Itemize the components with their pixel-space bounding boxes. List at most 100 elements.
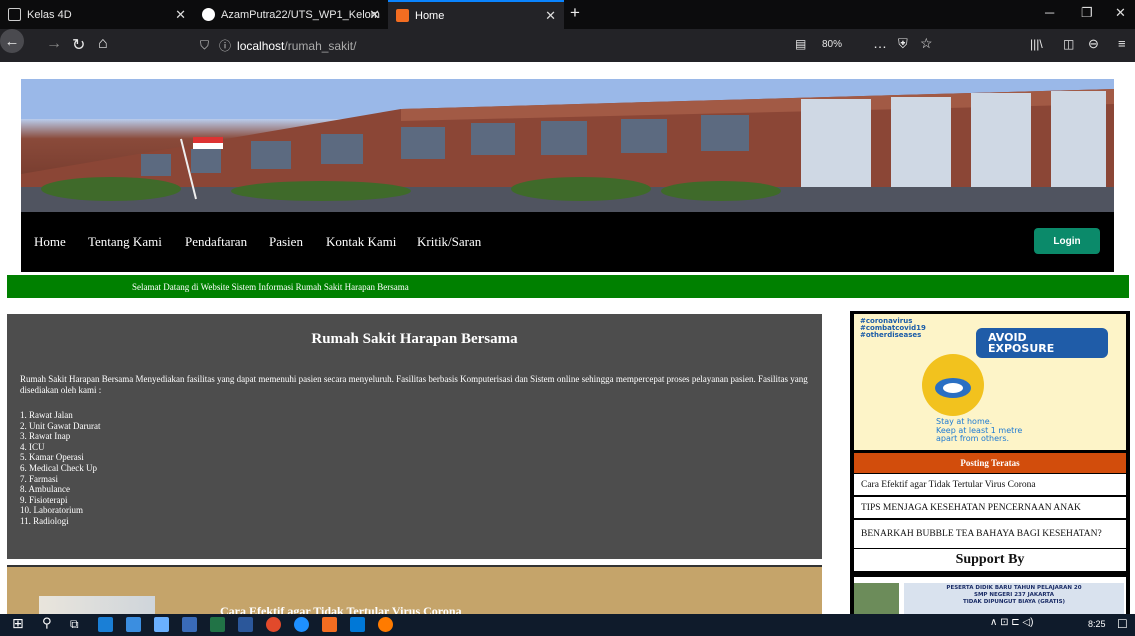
nav-home[interactable]: Home: [34, 234, 66, 250]
web-page: Home Tentang Kami Pendaftaran Pasien Kon…: [0, 62, 1135, 614]
new-tab-icon[interactable]: +: [570, 3, 580, 23]
mask-face-icon: [922, 354, 984, 416]
account-icon[interactable]: ⊖: [1088, 36, 1099, 52]
taskbar-app-icon[interactable]: [182, 617, 197, 632]
sidebar-icon[interactable]: ◫: [1063, 37, 1074, 51]
back-button[interactable]: ←: [0, 29, 24, 53]
list-item: 11. Radiologi: [20, 515, 69, 526]
list-item: 2. Unit Gawat Darurat: [20, 420, 101, 431]
top-post-link[interactable]: BENARKAH BUBBLE TEA BAHAYA BAGI KESEHATA…: [854, 520, 1126, 548]
library-icon[interactable]: |||\: [1030, 37, 1043, 51]
menu-icon[interactable]: ≡: [1118, 36, 1126, 51]
stay-line: apart from others.: [936, 434, 1010, 443]
windows-start-icon[interactable]: ⊞: [12, 616, 27, 632]
page-actions-icon[interactable]: …: [873, 35, 887, 51]
post-card: Cara Efektif agar Tidak Tertular Virus C…: [7, 565, 822, 614]
list-item: 7. Farmasi: [20, 473, 58, 484]
post-thumbnail[interactable]: [39, 596, 155, 614]
notification-icon[interactable]: ☐: [1117, 617, 1128, 631]
list-item: 8. Ambulance: [20, 484, 70, 495]
tab-kelas-4d[interactable]: Kelas 4D ✕: [0, 0, 194, 29]
avoid-exposure-label: AVOID EXPOSURE: [976, 328, 1108, 358]
welcome-banner: Selamat Datang di Website Sistem Informa…: [7, 275, 1129, 298]
excel-icon[interactable]: [210, 617, 225, 632]
edge-icon[interactable]: [294, 617, 309, 632]
taskbar-app-icon[interactable]: [98, 617, 113, 632]
url-path: /rumah_sakit/: [284, 38, 357, 53]
nav-kritik-saran[interactable]: Kritik/Saran: [417, 234, 481, 250]
posting-teratas-header: Posting Teratas: [854, 453, 1126, 473]
support-banner-image: PESERTA DIDIK BARU TAHUN PELAJARAN 20 SM…: [854, 577, 1126, 614]
avoid-exposure-poster: #coronavirus #combatcovid19 #otherdiseas…: [854, 314, 1126, 450]
shield-icon: ⛉: [200, 38, 210, 52]
stay-at-home-text: Stay at home. Keep at least 1 metre apar…: [936, 417, 1022, 444]
search-icon[interactable]: ⚲: [42, 616, 57, 631]
close-tab-icon[interactable]: ✕: [175, 7, 186, 23]
minimize-icon[interactable]: ─: [1045, 5, 1054, 20]
forward-button[interactable]: →: [46, 35, 62, 53]
restore-icon[interactable]: ❐: [1081, 5, 1093, 21]
section-title: Rumah Sakit Harapan Bersama: [311, 331, 518, 347]
taskbar-app-icon[interactable]: [154, 617, 169, 632]
list-item: 4. ICU: [20, 441, 45, 452]
tab-home[interactable]: Home ✕: [388, 0, 564, 29]
pocket-icon[interactable]: ⛨: [898, 36, 908, 52]
list-item: 9. Fisioterapi: [20, 494, 68, 505]
close-tab-icon[interactable]: ✕: [369, 7, 380, 23]
hospital-banner-image: [21, 79, 1114, 212]
tab-label: Home: [415, 9, 445, 22]
about-section: Rumah Sakit Harapan Bersama Rumah Sakit …: [7, 314, 822, 559]
list-item: 5. Kamar Operasi: [20, 452, 84, 463]
classroom-icon: [8, 8, 21, 21]
login-button[interactable]: Login: [1034, 228, 1100, 254]
home-button[interactable]: ⌂: [98, 35, 108, 53]
support-line: PESERTA DIDIK BARU TAHUN PELAJARAN 20: [946, 585, 1082, 591]
nav-pendaftaran[interactable]: Pendaftaran: [185, 234, 247, 250]
list-item: 10. Laboratorium: [20, 505, 83, 516]
url-host: localhost: [237, 38, 285, 53]
windows-taskbar: ⊞ ⚲ ⧉ ∧ ⊡ ⊏ ◁) 8:25 ☐: [0, 614, 1135, 636]
reader-view-icon[interactable]: ▤: [795, 37, 806, 51]
section-description: Rumah Sakit Harapan Bersama Menyediakan …: [20, 374, 808, 395]
support-line: SMP NEGERI 237 JAKARTA: [974, 592, 1054, 598]
nav-tentang-kami[interactable]: Tentang Kami: [88, 234, 162, 250]
sidebar: #coronavirus #combatcovid19 #otherdiseas…: [850, 311, 1130, 614]
taskbar-app-icon[interactable]: [350, 617, 365, 632]
close-window-icon[interactable]: ✕: [1115, 5, 1126, 21]
list-item: 6. Medical Check Up: [20, 462, 97, 473]
list-item: 1. Rawat Jalan: [20, 410, 73, 420]
tab-github[interactable]: AzamPutra22/UTS_WP1_Kelom ✕: [194, 0, 388, 29]
site-navigation: Home Tentang Kami Pendaftaran Pasien Kon…: [21, 212, 1114, 272]
top-post-link[interactable]: Cara Efektif agar Tidak Tertular Virus C…: [854, 474, 1126, 495]
clock[interactable]: 8:25: [1088, 619, 1106, 629]
xampp-icon: [396, 9, 409, 22]
nav-kontak-kami[interactable]: Kontak Kami: [326, 234, 396, 250]
system-tray-icons[interactable]: ∧ ⊡ ⊏ ◁): [990, 617, 1033, 628]
github-icon: [202, 8, 215, 21]
nav-pasien[interactable]: Pasien: [269, 234, 303, 250]
support-line: TIDAK DIPUNGUT BIAYA (GRATIS): [962, 599, 1066, 605]
taskbar-app-icon[interactable]: [126, 617, 141, 632]
top-post-link[interactable]: TIPS MENJAGA KESEHATAN PENCERNAAN ANAK: [854, 497, 1126, 518]
url-bar[interactable]: ⛉ ⓘ localhost/rumah_sakit/: [200, 34, 780, 57]
hashtag: #otherdiseases: [860, 331, 922, 339]
zoom-level[interactable]: 80%: [822, 39, 842, 50]
post-title-link[interactable]: Cara Efektif agar Tidak Tertular Virus C…: [220, 604, 462, 614]
firefox-icon[interactable]: [378, 617, 393, 632]
browser-tab-bar: Kelas 4D ✕ AzamPutra22/UTS_WP1_Kelom ✕ H…: [0, 0, 1135, 29]
exposure-line: EXPOSURE: [988, 342, 1055, 355]
list-item: 3. Rawat Inap: [20, 431, 71, 442]
reload-button[interactable]: ↻: [72, 35, 85, 55]
taskbar-app-icon[interactable]: [266, 617, 281, 632]
task-view-icon[interactable]: ⧉: [70, 617, 85, 632]
bookmark-star-icon[interactable]: ☆: [920, 35, 933, 52]
hospital-building-illustration: [21, 79, 1114, 212]
support-by-header: Support By: [854, 549, 1126, 574]
xampp-icon[interactable]: [322, 617, 337, 632]
tab-label: Kelas 4D: [27, 8, 72, 21]
facility-list: 1. Rawat Jalan 2. Unit Gawat Darurat 3. …: [20, 410, 100, 527]
tab-label: AzamPutra22/UTS_WP1_Kelom: [221, 8, 380, 21]
word-icon[interactable]: [238, 617, 253, 632]
info-icon: ⓘ: [219, 39, 232, 53]
close-tab-icon[interactable]: ✕: [545, 8, 556, 24]
